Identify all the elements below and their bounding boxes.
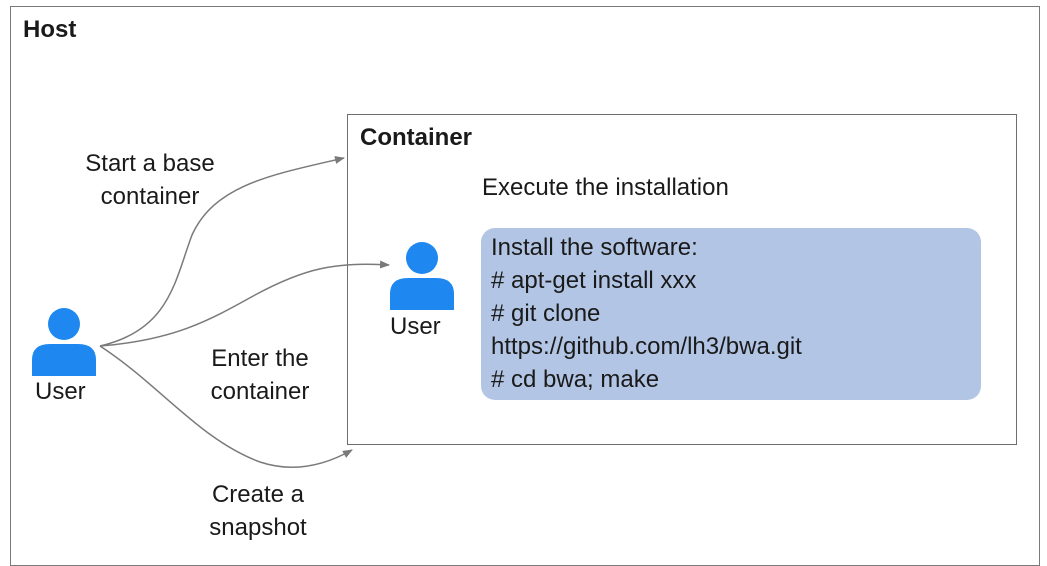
install-step-line: Install the software: — [491, 234, 698, 261]
install-step-line: # git clone — [491, 300, 601, 327]
edge-label-enter-container: Enter the container — [210, 345, 310, 405]
host-user-label: User — [35, 378, 86, 405]
execute-installation-label: Execute the installation — [482, 174, 729, 201]
container-title: Container — [360, 124, 473, 151]
install-steps-list: Install the software: # apt-get install … — [491, 231, 802, 396]
install-step-line: https://github.com/lh3/bwa.git — [491, 333, 802, 360]
user-icon — [390, 242, 454, 310]
install-step-line: # apt-get install xxx — [491, 267, 697, 294]
edge-label-start-container: Start a base container — [85, 150, 215, 210]
install-step-line: # cd bwa; make — [491, 366, 660, 393]
user-icon — [32, 308, 96, 376]
host-title: Host — [23, 16, 77, 43]
edge-label-create-snapshot: Create a snapshot — [209, 481, 307, 541]
container-user-label: User — [390, 313, 441, 340]
